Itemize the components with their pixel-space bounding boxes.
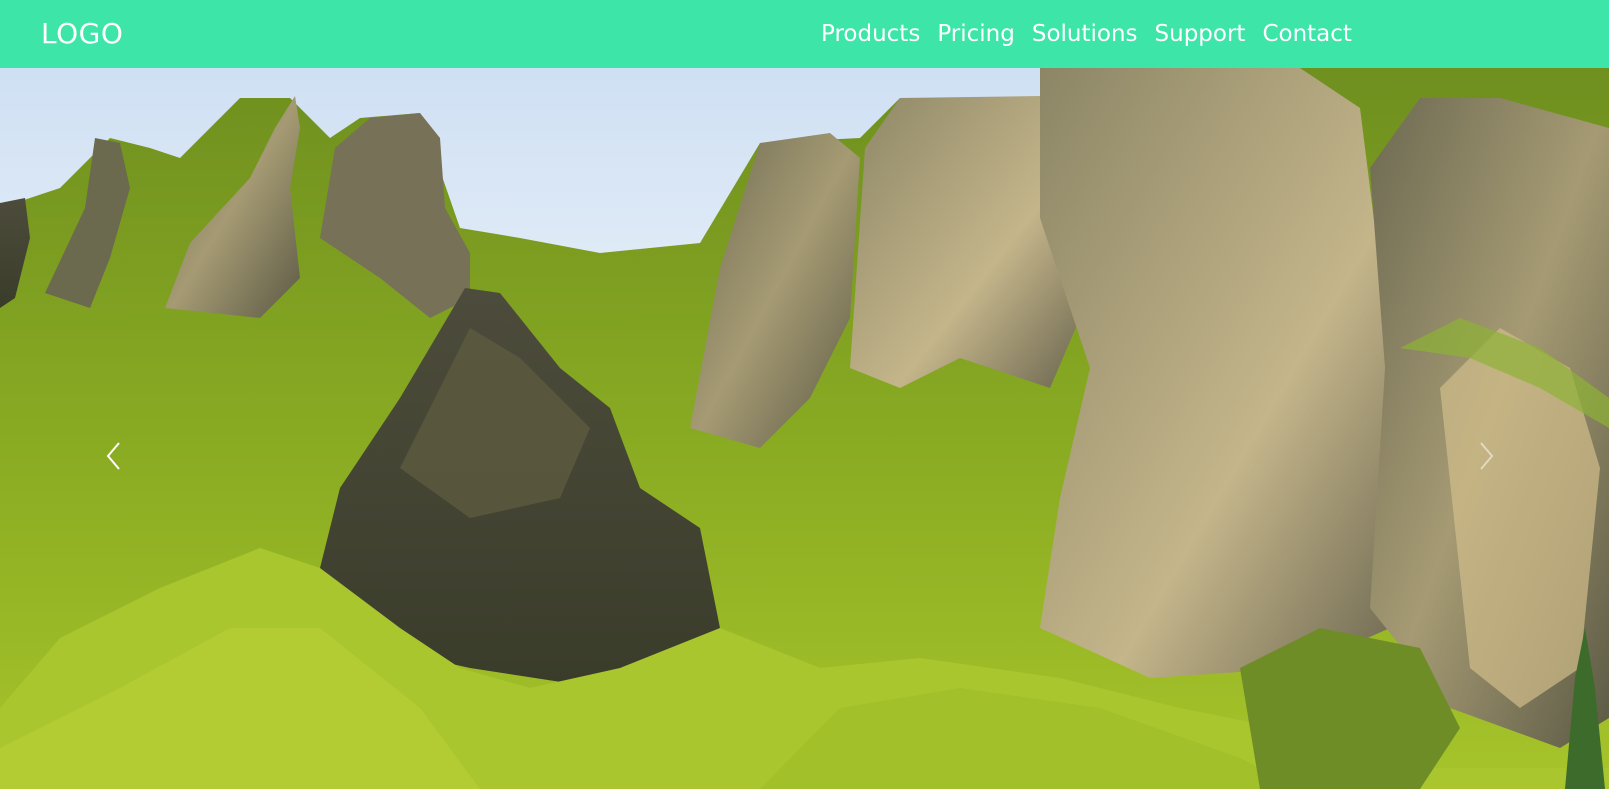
chevron-right-icon [1480,442,1494,470]
hero-carousel [0,68,1609,789]
nav-support-link[interactable]: Support [1155,16,1246,52]
carousel-next-button[interactable] [1468,432,1504,480]
carousel-prev-button[interactable] [96,432,132,480]
logo[interactable]: LOGO [41,14,123,54]
nav-contact-link[interactable]: Contact [1262,16,1351,52]
hero-slide-image [0,68,1609,789]
main-nav: Products Pricing Solutions Support Conta… [821,16,1352,52]
site-header: LOGO Products Pricing Solutions Support … [0,0,1609,68]
nav-products-link[interactable]: Products [821,16,920,52]
chevron-left-icon [106,442,120,470]
nav-solutions-link[interactable]: Solutions [1032,16,1138,52]
nav-pricing-link[interactable]: Pricing [937,16,1015,52]
